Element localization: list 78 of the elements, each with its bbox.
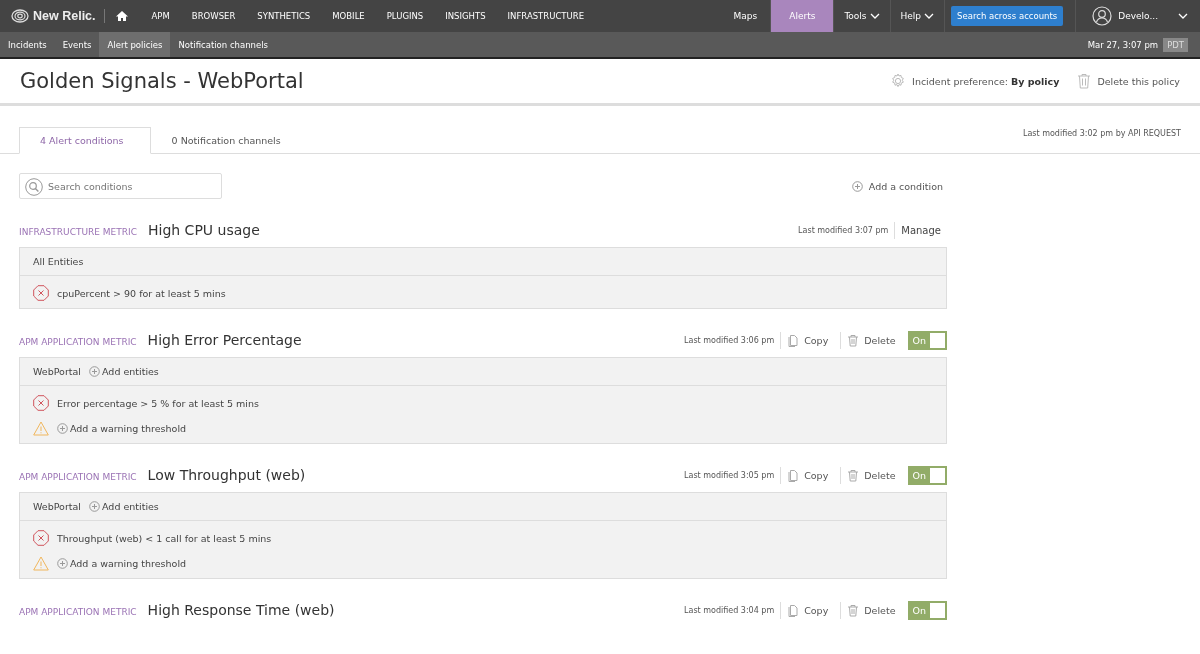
policy-title: Golden Signals - WebPortal — [20, 69, 304, 93]
delete-link[interactable]: Delete — [847, 333, 896, 347]
search-accounts-button[interactable]: Search across accounts — [951, 6, 1064, 26]
last-modified-text: Last modified 3:02 pm by API REQUEST — [1022, 128, 1181, 140]
last-modified-text: Last modified 3:05 pm — [684, 470, 775, 480]
add-warning-threshold-link[interactable]: Add a warning threshold — [57, 422, 187, 434]
subnav-tab[interactable]: Events — [54, 32, 100, 57]
entity-name: All Entities — [33, 256, 84, 267]
entity-name: WebPortal — [33, 501, 81, 512]
copy-icon — [787, 333, 800, 347]
home-icon — [114, 10, 129, 22]
trash-icon — [847, 603, 860, 617]
last-modified-text: Last modified 3:06 pm — [684, 335, 775, 345]
condition-type: APM APPLICATION METRIC — [19, 607, 137, 617]
nav-link[interactable]: BROWSER — [180, 0, 247, 32]
delete-policy-link[interactable]: Delete this policy — [1097, 75, 1180, 87]
incident-preference-link[interactable]: Incident preference: By policy — [912, 75, 1060, 87]
condition-type: APM APPLICATION METRIC — [19, 337, 137, 347]
trash-icon — [847, 468, 860, 482]
condition-name: High Response Time (web) — [147, 602, 335, 618]
copy-link[interactable]: Copy — [787, 603, 829, 617]
warning-triangle-icon — [33, 420, 49, 436]
add-entities-link[interactable]: Add entities — [89, 501, 159, 512]
nav-link[interactable]: INFRASTRUCTURE — [496, 0, 596, 32]
critical-octagon-icon — [33, 395, 49, 411]
tab[interactable]: 4 Alert conditions — [19, 127, 151, 154]
nav-link[interactable]: APM — [140, 0, 181, 32]
condition-name: High CPU usage — [148, 222, 260, 238]
caret-icon — [1178, 12, 1188, 20]
trash-icon — [1077, 73, 1092, 89]
logo-rings-icon — [11, 9, 29, 23]
copy-icon — [787, 603, 800, 617]
condition-name: High Error Percentage — [147, 332, 302, 348]
last-modified-text: Last modified 3:07 pm — [798, 225, 889, 235]
threshold-text: Throughput (web) < 1 call for at least 5 mins — [57, 532, 272, 544]
user-icon — [1092, 6, 1113, 26]
critical-octagon-icon — [33, 285, 49, 301]
condition-type: APM APPLICATION METRIC — [19, 472, 137, 482]
delete-link[interactable]: Delete — [847, 603, 896, 617]
condition-name: Low Throughput (web) — [147, 467, 306, 483]
caret-icon — [924, 12, 935, 20]
condition-type: INFRASTRUCTURE METRIC — [19, 227, 137, 237]
plus-circle-icon — [57, 422, 68, 434]
copy-icon — [787, 468, 800, 482]
entity-name: WebPortal — [33, 366, 81, 377]
plus-circle-icon — [89, 501, 100, 512]
search-field[interactable]: Search conditions — [19, 173, 222, 199]
subnav-tab[interactable]: Alert policies — [99, 32, 171, 57]
timezone-badge: PDT — [1163, 37, 1188, 52]
date-time: Mar 27, 3:07 pm — [1087, 39, 1159, 50]
account-name[interactable]: Develo... — [1118, 11, 1158, 21]
nav-link[interactable]: PLUGINS — [375, 0, 435, 32]
logo-text: New Relic. — [33, 9, 96, 23]
threshold-text: Error percentage > 5 % for at least 5 mins — [57, 397, 259, 409]
gear-icon — [890, 73, 907, 89]
delete-link[interactable]: Delete — [847, 468, 896, 482]
nav-link[interactable]: SYNTHETICS — [246, 0, 322, 32]
plus-circle-icon — [851, 180, 863, 192]
critical-octagon-icon — [33, 530, 49, 546]
plus-circle-icon — [89, 366, 100, 377]
subnav-tab[interactable]: Incidents — [0, 32, 55, 57]
manage-link[interactable]: Manage — [901, 224, 941, 236]
nav-link[interactable]: MOBILE — [321, 0, 376, 32]
copy-link[interactable]: Copy — [787, 468, 829, 482]
warning-triangle-icon — [33, 555, 49, 571]
nav-link[interactable]: INSIGHTS — [434, 0, 497, 32]
subnav-tab[interactable]: Notification channels — [170, 32, 276, 57]
logo[interactable]: New Relic. — [0, 0, 96, 32]
plus-circle-icon — [57, 557, 68, 569]
add-condition-link[interactable]: Add a condition — [851, 180, 943, 192]
add-warning-threshold-link[interactable]: Add a warning threshold — [57, 557, 187, 569]
caret-icon — [869, 12, 880, 20]
tab[interactable]: 0 Notification channels — [150, 127, 308, 154]
add-entities-link[interactable]: Add entities — [89, 366, 159, 377]
copy-link[interactable]: Copy — [787, 333, 829, 347]
last-modified-text: Last modified 3:04 pm — [684, 605, 775, 615]
trash-icon — [847, 333, 860, 347]
threshold-text: cpuPercent > 90 for at least 5 mins — [57, 287, 226, 299]
